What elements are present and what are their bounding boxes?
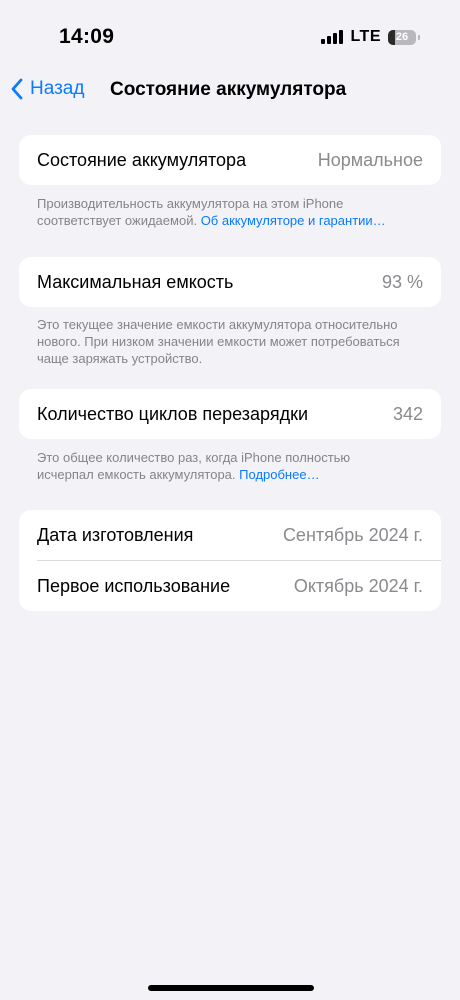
battery-level-fill xyxy=(388,29,396,45)
back-button[interactable]: Назад xyxy=(10,78,84,100)
maximum-capacity-row: Максимальная емкость 93 % xyxy=(19,257,441,307)
battery-icon: 26 xyxy=(388,29,416,45)
maximum-capacity-footnote: Это текущее значение емкости аккумулятор… xyxy=(37,317,400,366)
cycle-count-row: Количество циклов перезарядки 342 xyxy=(19,389,441,439)
manufacture-date-value: Сентябрь 2024 г. xyxy=(282,524,423,545)
dates-card: Дата изготовления Сентябрь 2024 г. Перво… xyxy=(19,510,441,611)
first-use-value: Октябрь 2024 г. xyxy=(293,575,423,596)
navigation-bar: Назад Состояние аккумулятора xyxy=(0,70,460,110)
cycle-count-value: 342 xyxy=(392,403,423,424)
chevron-left-icon xyxy=(11,78,23,100)
back-button-label: Назад xyxy=(30,78,85,99)
battery-percent: 26 xyxy=(395,31,409,43)
maximum-capacity-value: 93 % xyxy=(381,271,423,292)
manufacture-date-row: Дата изготовления Сентябрь 2024 г. xyxy=(19,510,441,560)
battery-health-label: Состояние аккумулятора xyxy=(37,149,247,170)
maximum-capacity-card: Максимальная емкость 93 % xyxy=(19,257,441,307)
cycle-count-card: Количество циклов перезарядки 342 xyxy=(19,389,441,439)
battery-health-row: Состояние аккумулятора Нормальное xyxy=(19,135,441,185)
status-bar: 14:09 LTE 26 xyxy=(0,0,460,70)
more-info-link[interactable]: Подробнее… xyxy=(239,467,319,482)
cycle-count-label: Количество циклов перезарядки xyxy=(37,403,309,424)
battery-health-value: Нормальное xyxy=(317,149,423,170)
cycle-count-footnote: Это общее количество раз, когда iPhone п… xyxy=(37,449,407,483)
first-use-row: Первое использование Октябрь 2024 г. xyxy=(19,561,441,611)
status-indicators: LTE 26 xyxy=(321,28,420,46)
first-use-label: Первое использование xyxy=(37,575,231,596)
battery-health-card: Состояние аккумулятора Нормальное xyxy=(19,135,441,185)
manufacture-date-label: Дата изготовления xyxy=(37,524,194,545)
home-indicator[interactable] xyxy=(148,985,314,991)
battery-cap xyxy=(418,34,420,40)
battery-warranty-link[interactable]: Об аккумуляторе и гарантии… xyxy=(201,213,386,228)
network-type: LTE xyxy=(350,28,381,45)
status-time: 14:09 xyxy=(59,25,115,48)
maximum-capacity-label: Максимальная емкость xyxy=(37,271,234,292)
battery-health-footnote: Производительность аккумулятора на этом … xyxy=(37,195,407,229)
page-title: Состояние аккумулятора xyxy=(110,79,347,100)
cellular-signal-icon xyxy=(321,30,344,44)
